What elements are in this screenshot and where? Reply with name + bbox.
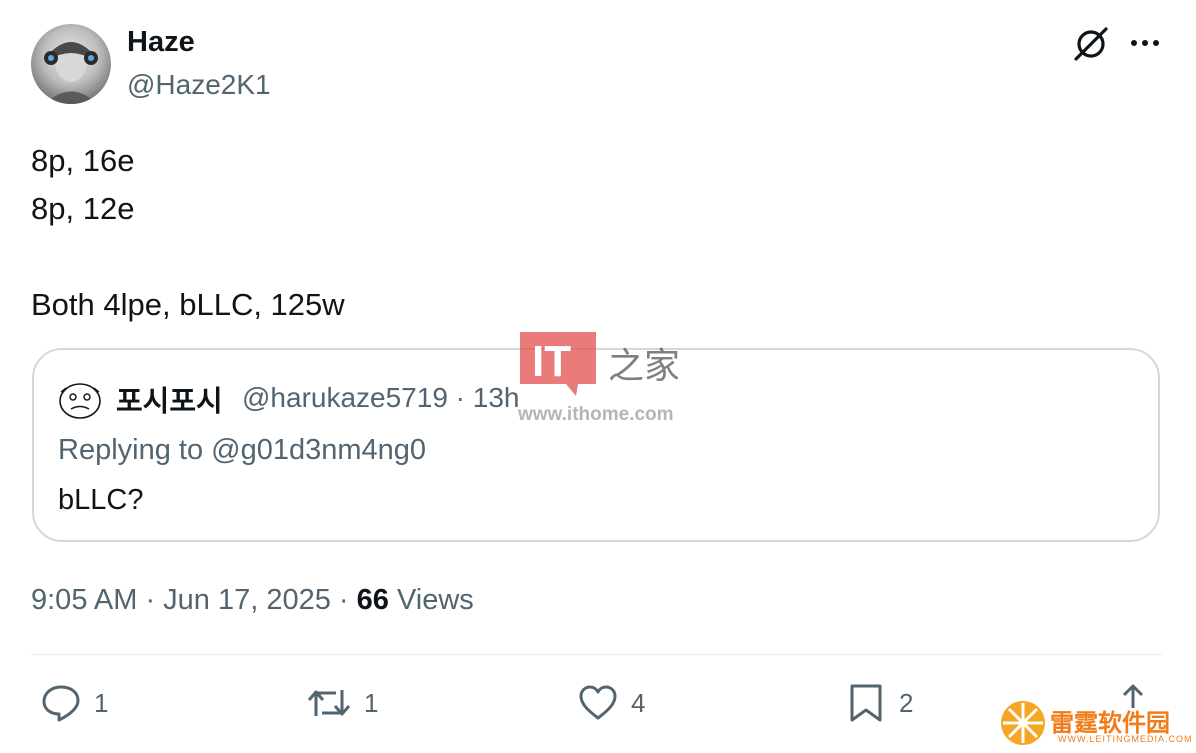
ithome-url: www.ithome.com bbox=[518, 404, 674, 425]
ithome-chinese-text: 之家 bbox=[608, 346, 678, 387]
more-icon[interactable] bbox=[1126, 24, 1164, 62]
bookmark-count: 2 bbox=[899, 687, 914, 718]
quoted-author-handle[interactable]: @harukaze5719 · 13h bbox=[242, 382, 520, 414]
quoted-text: bLLC? bbox=[58, 484, 144, 516]
heart-icon bbox=[579, 685, 617, 720]
tweet-text: 8p, 16e 8p, 12e Both 4lpe, bLLC, 125w bbox=[31, 137, 345, 329]
tweet-line: Both 4lpe, bLLC, 125w bbox=[31, 287, 345, 322]
author-handle[interactable]: @Haze2K1 bbox=[127, 69, 271, 101]
bookmark-button[interactable]: 2 bbox=[845, 682, 913, 724]
ithome-it-text: IT bbox=[532, 337, 571, 386]
bookmark-icon bbox=[850, 684, 882, 722]
quoted-author-name[interactable]: 포시포시 bbox=[116, 378, 223, 420]
grok-icon[interactable] bbox=[1072, 25, 1110, 63]
orange-logo-icon bbox=[1001, 701, 1045, 745]
repost-button[interactable]: 1 bbox=[306, 682, 378, 724]
leiting-text: 雷霆软件园 bbox=[1050, 710, 1170, 737]
timestamp[interactable]: 9:05 AM · Jun 17, 2025 · bbox=[31, 584, 357, 616]
tweet-meta: 9:05 AM · Jun 17, 2025 · 66 Views bbox=[31, 584, 474, 617]
quoted-avatar[interactable] bbox=[58, 378, 102, 422]
ithome-watermark: IT 之家 bbox=[518, 330, 680, 401]
quoted-replying-to: Replying to @g01d3nm4ng0 bbox=[58, 434, 427, 466]
tweet-line: 8p, 16e bbox=[31, 143, 135, 178]
reply-button[interactable]: 1 bbox=[40, 682, 108, 724]
leiting-url: WWW.LEITINGMEDIA.COM bbox=[1058, 734, 1193, 744]
tweet-line: 8p, 12e bbox=[31, 191, 135, 226]
views-label: Views bbox=[388, 584, 474, 616]
like-button[interactable]: 4 bbox=[577, 682, 645, 724]
repost-count: 1 bbox=[364, 687, 379, 718]
reply-icon bbox=[42, 685, 80, 722]
repost-icon bbox=[307, 690, 351, 716]
like-count: 4 bbox=[631, 687, 646, 718]
views-count: 66 bbox=[356, 584, 389, 616]
tweet-line bbox=[31, 233, 345, 281]
divider bbox=[31, 654, 1162, 655]
reply-count: 1 bbox=[94, 687, 109, 718]
avatar-image bbox=[44, 42, 98, 104]
author-name[interactable]: Haze bbox=[127, 26, 195, 59]
author-avatar[interactable] bbox=[31, 24, 111, 104]
